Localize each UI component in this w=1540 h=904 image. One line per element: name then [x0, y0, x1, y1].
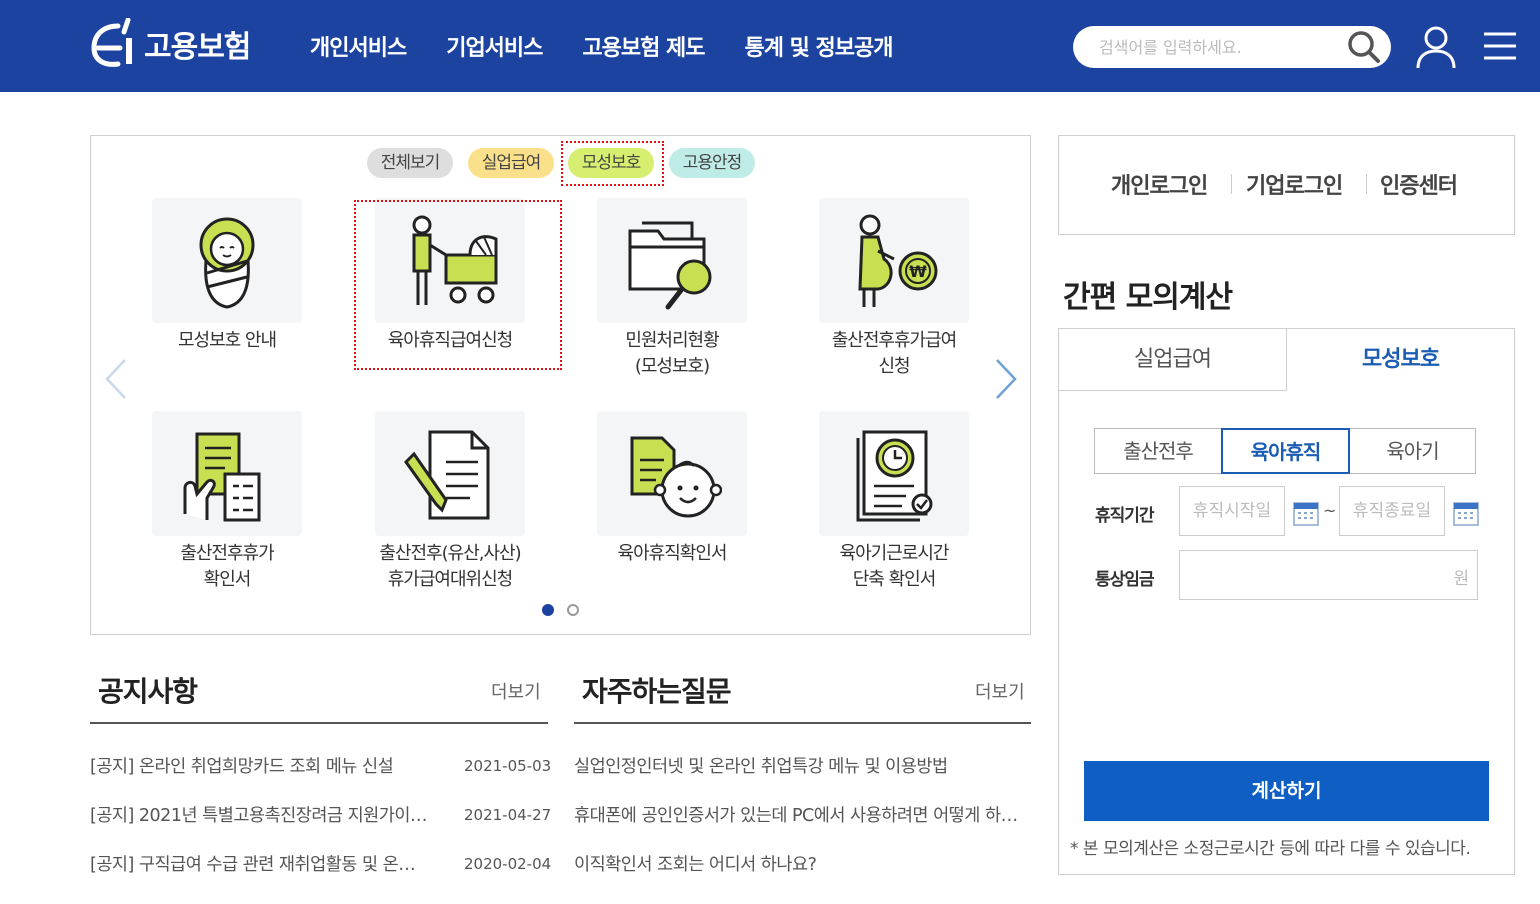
tile-label: 육아휴직급여신청: [387, 330, 513, 351]
logo-text: 고용보험: [144, 30, 251, 65]
start-date-calendar-button[interactable]: [1293, 500, 1319, 526]
cert-center-link[interactable]: 인증센터: [1380, 168, 1458, 200]
prev-slide-button[interactable]: [101, 354, 131, 404]
chevron-right-icon: [996, 359, 1017, 399]
calculate-button[interactable]: 계산하기: [1084, 761, 1489, 821]
notice-divider: [90, 722, 548, 724]
tile-label: 출산전후(유산,사산) 휴가급여대위신청: [379, 543, 521, 590]
login-panel: 개인로그인 기업로그인 인증센터: [1058, 135, 1515, 235]
wage-input[interactable]: [1180, 551, 1477, 599]
pagination-dot[interactable]: [567, 604, 579, 616]
chip-employment[interactable]: 고용안정: [669, 148, 755, 178]
tab-maternity[interactable]: 모성보호: [1287, 329, 1514, 391]
next-slide-button[interactable]: [991, 354, 1021, 404]
tile-label: 출산전후휴가 확인서: [180, 543, 274, 590]
start-date-field: [1179, 486, 1285, 536]
tile-childcare-leave-apply[interactable]: [375, 198, 525, 323]
notice-date: 2021-04-27: [464, 806, 552, 824]
personal-login-link[interactable]: 개인로그인: [1111, 168, 1208, 200]
user-icon: [1416, 26, 1456, 69]
notice-more-link[interactable]: 더보기: [491, 678, 541, 704]
tile-childcare-leave-confirmation[interactable]: [597, 411, 747, 536]
faq-more-link[interactable]: 더보기: [975, 678, 1025, 704]
chip-unemployment[interactable]: 실업급여: [468, 148, 554, 178]
stroller-icon: [412, 215, 498, 305]
document-clock-icon: [856, 430, 933, 521]
end-date-field: [1339, 486, 1445, 536]
user-button[interactable]: [1414, 24, 1458, 70]
menu-button[interactable]: [1482, 28, 1518, 64]
tile-label: 모성보호 안내: [177, 330, 277, 351]
tile-complaint-status[interactable]: [597, 198, 747, 323]
company-login-link[interactable]: 기업로그인: [1246, 168, 1343, 200]
wage-field: 원: [1179, 550, 1478, 600]
search-input[interactable]: [1099, 35, 1339, 59]
tile-maternity-leave-confirmation[interactable]: [152, 411, 302, 536]
faq-item[interactable]: 실업인정인터넷 및 온라인 취업특강 메뉴 및 이용방법: [574, 753, 1024, 778]
logo[interactable]: 고용보험: [88, 16, 251, 72]
notice-item[interactable]: [공지] 구직급여 수급 관련 재취업활동 및 온라인 교육 안내: [90, 851, 430, 876]
subtab-childcare-leave[interactable]: 육아휴직: [1221, 428, 1350, 474]
chip-maternity[interactable]: 모성보호: [568, 148, 654, 178]
login-separator: [1231, 174, 1232, 194]
faq-divider: [574, 722, 1031, 724]
notice-date: 2020-02-04: [464, 855, 552, 873]
calc-title: 간편 모의계산: [1063, 280, 1233, 315]
chip-all[interactable]: 전체보기: [367, 148, 453, 178]
baby-wrapped-icon: [199, 217, 255, 309]
hamburger-icon: [1484, 32, 1516, 60]
tile-label: 출산전후휴가급여 신청: [831, 330, 957, 377]
faq-item[interactable]: 휴대폰에 공인인증서가 있는데 PC에서 사용하려면 어떻게 하나요?: [574, 802, 1024, 827]
subtab-childcare-period[interactable]: 육아기: [1349, 428, 1476, 474]
date-range-tilde: ~: [1323, 501, 1337, 520]
pregnant-coin-icon: ₩: [858, 214, 938, 307]
tile-label: 민원처리현황 (모성보호): [625, 330, 719, 377]
logo-icon: [91, 18, 132, 67]
tile-reduced-hours-confirmation[interactable]: [819, 411, 969, 536]
calendar-icon: [1453, 502, 1479, 526]
end-date-input[interactable]: [1340, 487, 1444, 535]
subtab-maternity-leave[interactable]: 출산전후: [1094, 428, 1222, 474]
notice-date: 2021-05-03: [464, 757, 552, 775]
wage-unit: 원: [1453, 569, 1469, 589]
tab-unemployment[interactable]: 실업급여: [1059, 329, 1287, 391]
tile-label: 육아기근로시간 단축 확인서: [839, 543, 950, 590]
search-button[interactable]: [1346, 29, 1382, 65]
notice-item[interactable]: [공지] 2021년 특별고용촉진장려금 지원가이드 안내: [90, 802, 440, 827]
chevron-left-icon: [105, 359, 126, 399]
pagination-dot-active[interactable]: [542, 604, 554, 616]
notice-title: 공지사항: [98, 675, 198, 708]
period-label: 휴직기간: [1095, 506, 1155, 526]
main-nav: 개인서비스 기업서비스 고용보험 제도 통계 및 정보공개: [310, 30, 933, 62]
tile-maternity-leave-benefit[interactable]: ₩: [819, 198, 969, 323]
nav-statistics[interactable]: 통계 및 정보공개: [745, 30, 894, 62]
service-panel: 전체보기 실업급여 모성보호 고용안정 모성보호 안내 육아휴직급여신청 민원처…: [90, 135, 1031, 635]
document-baby-icon: [630, 436, 722, 517]
faq-item[interactable]: 이직확인서 조회는 어디서 하나요?: [574, 851, 1024, 876]
tile-label: 육아휴직확인서: [617, 543, 728, 564]
wage-label: 통상임금: [1095, 570, 1155, 590]
start-date-input[interactable]: [1180, 487, 1284, 535]
search-box: [1073, 26, 1391, 68]
login-separator: [1366, 174, 1367, 194]
calc-note: * 본 모의계산은 소정근로시간 등에 따라 다를 수 있습니다.: [1070, 839, 1471, 859]
faq-title: 자주하는질문: [582, 675, 732, 708]
tile-subrogation-apply[interactable]: [375, 411, 525, 536]
document-pen-icon: [404, 430, 490, 519]
notice-item[interactable]: [공지] 온라인 취업희망카드 조회 메뉴 신설: [90, 753, 440, 778]
nav-company-service[interactable]: 기업서비스: [446, 30, 543, 62]
tile-maternity-guide[interactable]: [152, 198, 302, 323]
document-hand-icon: [183, 432, 261, 521]
end-date-calendar-button[interactable]: [1453, 500, 1479, 526]
calendar-icon: [1293, 502, 1319, 526]
nav-insurance-system[interactable]: 고용보험 제도: [582, 30, 705, 62]
nav-personal-service[interactable]: 개인서비스: [310, 30, 407, 62]
search-icon: [1348, 31, 1380, 63]
svg-text:₩: ₩: [909, 262, 927, 281]
folder-search-icon: [628, 221, 712, 309]
